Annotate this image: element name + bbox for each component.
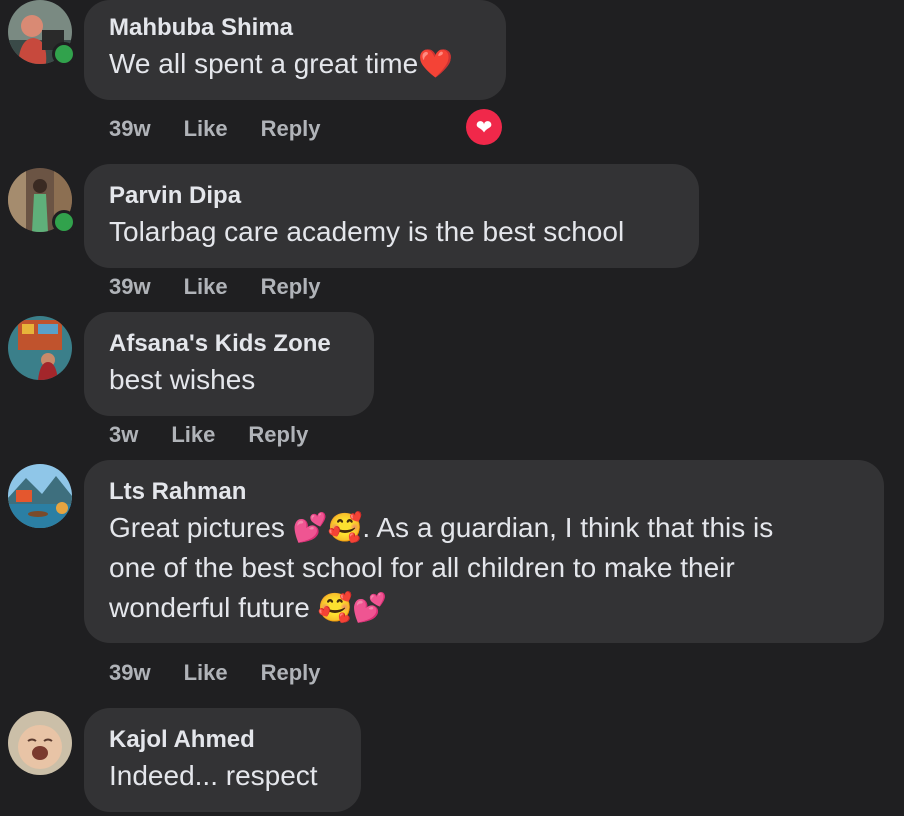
reply-button[interactable]: Reply [248, 422, 308, 448]
comment-actions: 3w Like Reply [109, 422, 341, 448]
online-status-indicator [52, 210, 76, 234]
comment-bubble: Lts Rahman Great pictures 💕🥰. As a guard… [84, 460, 884, 643]
comment-timestamp[interactable]: 39w [109, 274, 151, 300]
avatar[interactable] [8, 316, 72, 380]
comment-bubble: Kajol Ahmed Indeed... respect [84, 708, 361, 812]
comment-timestamp[interactable]: 39w [109, 116, 151, 142]
reply-button[interactable]: Reply [261, 116, 321, 142]
comment-author[interactable]: Lts Rahman [109, 476, 860, 508]
avatar[interactable] [8, 464, 72, 528]
comment-text-line: Great pictures 💕🥰. As a guardian, I thin… [109, 512, 774, 543]
heart-emoji: ❤️ [418, 48, 454, 79]
comment-text: We all spent a great time❤️ [109, 48, 454, 79]
like-button[interactable]: Like [184, 660, 228, 686]
like-button[interactable]: Like [184, 274, 228, 300]
heart-icon[interactable]: ❤ [466, 109, 502, 145]
reply-button[interactable]: Reply [261, 660, 321, 686]
comment-actions: 39w Like Reply [109, 274, 354, 300]
comment-text-line: one of the best school for all children … [109, 552, 735, 583]
comment-text: best wishes [109, 364, 256, 395]
comment-text-line: wonderful future 🥰💕 [109, 592, 388, 623]
comment-author[interactable]: Kajol Ahmed [109, 724, 337, 756]
online-status-indicator [52, 42, 76, 66]
comment-actions: 39w Like Reply [109, 660, 354, 686]
comment-bubble: Parvin Dipa Tolarbag care academy is the… [84, 164, 699, 268]
like-button[interactable]: Like [184, 116, 228, 142]
reply-button[interactable]: Reply [261, 274, 321, 300]
comment-bubble: Afsana's Kids Zone best wishes [84, 312, 374, 416]
comment-author[interactable]: Parvin Dipa [109, 180, 675, 212]
comment-text: Indeed... respect [109, 760, 318, 791]
comment-author[interactable]: Mahbuba Shima [109, 12, 482, 44]
comment-bubble: Mahbuba Shima We all spent a great time❤… [84, 0, 506, 100]
like-button[interactable]: Like [171, 422, 215, 448]
comment-timestamp[interactable]: 3w [109, 422, 138, 448]
comment-timestamp[interactable]: 39w [109, 660, 151, 686]
comment-actions: 39w Like Reply [109, 116, 354, 142]
comment-text: Tolarbag care academy is the best school [109, 216, 625, 247]
comment-author[interactable]: Afsana's Kids Zone [109, 328, 350, 360]
avatar[interactable] [8, 711, 72, 775]
